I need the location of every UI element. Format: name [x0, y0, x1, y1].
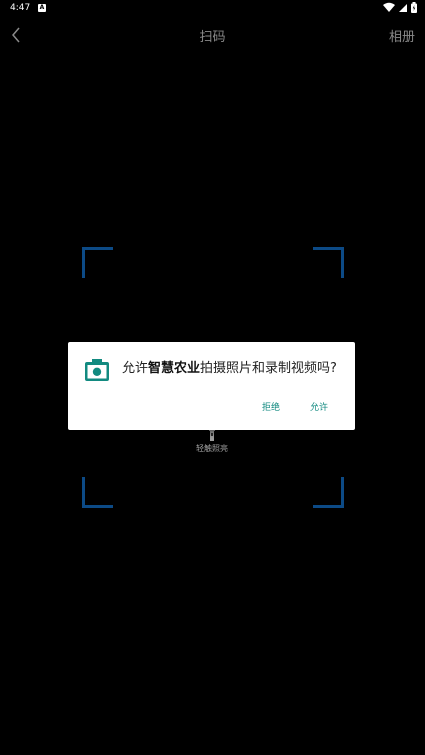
- status-icons: [383, 2, 417, 14]
- allow-button[interactable]: 允许: [310, 400, 328, 413]
- wifi-icon: [383, 2, 396, 12]
- permission-dialog: 允许智慧农业拍摄照片和录制视频吗? 拒绝 允许: [68, 342, 355, 430]
- flashlight-label: 轻触照亮: [196, 444, 228, 453]
- signal-icon: [399, 4, 408, 12]
- flashlight-toggle[interactable]: 轻触照亮: [190, 428, 234, 454]
- status-bar: 4:47 A: [0, 0, 425, 18]
- app-name: 智慧农业: [148, 361, 201, 376]
- album-button[interactable]: 相册: [389, 26, 415, 45]
- permission-message: 允许智慧农业拍摄照片和录制视频吗?: [122, 357, 337, 376]
- title-bar: 扫码 相册: [0, 22, 425, 48]
- flashlight-icon: [209, 428, 215, 441]
- status-time: 4:47: [10, 3, 31, 13]
- message-prefix: 允许: [122, 361, 149, 376]
- message-suffix: 拍摄照片和录制视频吗?: [200, 361, 337, 376]
- scan-corner-bottom-right: [313, 477, 344, 508]
- notification-icon: A: [38, 4, 46, 12]
- deny-button[interactable]: 拒绝: [262, 400, 280, 413]
- scan-corner-top-left: [82, 247, 113, 278]
- scan-corner-top-right: [313, 247, 344, 278]
- page-title: 扫码: [199, 30, 226, 45]
- battery-icon: [411, 2, 417, 13]
- scan-corner-bottom-left: [82, 477, 113, 508]
- camera-icon: [85, 359, 109, 381]
